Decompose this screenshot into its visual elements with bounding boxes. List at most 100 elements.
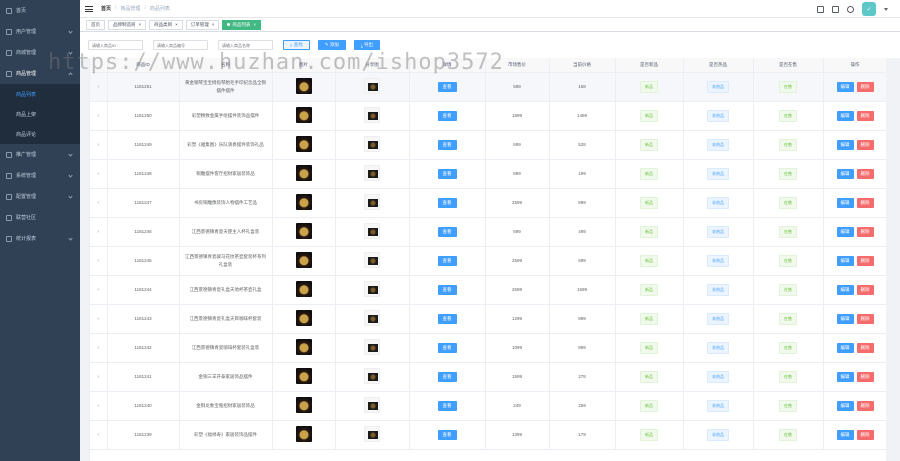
share-image[interactable] (364, 252, 380, 268)
view-detail-button[interactable]: 查看 (437, 110, 457, 121)
goods-image[interactable] (295, 281, 312, 297)
delete-button[interactable]: 删除 (856, 255, 874, 266)
close-icon[interactable]: × (212, 22, 215, 27)
move-icon[interactable] (832, 5, 839, 13)
share-image[interactable] (364, 281, 380, 297)
sidebar-item-goods[interactable]: 商品管理 (0, 63, 80, 84)
share-image[interactable] (364, 223, 380, 239)
expand-cell[interactable]: › (90, 391, 108, 421)
goods-image[interactable] (295, 339, 312, 355)
goods-id-input[interactable] (88, 40, 143, 50)
table-row[interactable]: › 1181247 书房铜雕像装饰人物摆件工艺品 查看 2599 899 新品 非热品 在售 编辑… (90, 188, 886, 218)
expand-cell[interactable]: › (90, 362, 108, 392)
delete-button[interactable]: 删除 (856, 226, 874, 237)
share-image[interactable] (364, 368, 380, 384)
table-row[interactable]: › 1181248 铜雕摆件客厅招财家居装饰品 查看 899 199 新品 非热品 在售 编辑 删除 (90, 159, 886, 189)
view-detail-button[interactable]: 查看 (437, 313, 457, 324)
delete-button[interactable]: 删除 (856, 313, 874, 324)
hamburger-icon[interactable] (85, 5, 93, 12)
edit-button[interactable]: 编辑 (836, 110, 854, 121)
share-image[interactable] (364, 136, 380, 152)
view-detail-button[interactable]: 查看 (437, 342, 457, 353)
table-row[interactable]: › 1181246 江西景德镇青瓷天使主人杯礼盒装 查看 699 499 新品 非热品 在售 编辑… (90, 217, 886, 247)
edit-button[interactable]: 编辑 (836, 255, 854, 266)
sidebar-item-mall[interactable]: 商城管理 (0, 42, 80, 63)
expand-cell[interactable]: › (90, 246, 108, 276)
goods-image[interactable] (295, 136, 312, 152)
view-detail-button[interactable]: 查看 (437, 284, 457, 295)
table-row[interactable]: › 1181240 金铜龙象宝瓶招财家居装饰品 查看 249 259 新品 非热品 在售 编辑 删除 (90, 391, 886, 421)
tag-goods-list[interactable]: 商品列表 × (222, 19, 262, 30)
chevron-right-icon[interactable]: › (97, 171, 99, 177)
export-button[interactable]: ⤓ 导出 (353, 40, 381, 50)
goods-image[interactable] (295, 194, 312, 210)
edit-button[interactable]: 编辑 (836, 284, 854, 295)
delete-button[interactable]: 删除 (856, 371, 874, 382)
chevron-right-icon[interactable]: › (97, 316, 99, 322)
chevron-right-icon[interactable]: › (97, 200, 99, 206)
chevron-right-icon[interactable]: › (97, 84, 99, 90)
delete-button[interactable]: 删除 (856, 81, 874, 92)
share-image[interactable] (364, 426, 380, 442)
share-image[interactable] (364, 194, 380, 210)
sidebar-item-system[interactable]: 系统管理 (0, 165, 80, 186)
expand-cell[interactable]: › (90, 101, 108, 131)
delete-button[interactable]: 删除 (856, 342, 874, 353)
edit-button[interactable]: 编辑 (836, 342, 854, 353)
table-row[interactable]: › 1181249 彩塑《雅集图》乐队演奏摆件装饰礼品 查看 699 528 新品 非热品 在售… (90, 130, 886, 160)
expand-cell[interactable]: › (90, 130, 108, 160)
delete-button[interactable]: 删除 (856, 139, 874, 150)
chevron-right-icon[interactable]: › (97, 142, 99, 148)
table-row[interactable]: › 1181250 彩塑精致金属手绘摆件装饰品摆件 查看 1899 1499 新品 非热品 在售… (90, 101, 886, 131)
table-row[interactable]: › 1181239 彩塑《福禄寿》家居装饰品摆件 查看 1399 179 新品 非热品 在售 编辑… (90, 420, 886, 450)
share-image[interactable] (364, 78, 380, 94)
view-detail-button[interactable]: 查看 (437, 197, 457, 208)
edit-button[interactable]: 编辑 (836, 313, 854, 324)
goods-image[interactable] (295, 397, 312, 413)
edit-button[interactable]: 编辑 (836, 168, 854, 179)
close-icon[interactable]: × (253, 22, 256, 27)
edit-button[interactable]: 编辑 (836, 197, 854, 208)
goods-image[interactable] (295, 165, 312, 181)
tag-brand[interactable]: 品牌制造商 × (108, 19, 147, 30)
share-image[interactable] (364, 165, 380, 181)
delete-button[interactable]: 删除 (856, 110, 874, 121)
search-button[interactable]: ⌕ 查找 (283, 40, 310, 50)
delete-button[interactable]: 删除 (856, 429, 874, 440)
chevron-right-icon[interactable]: › (97, 403, 99, 409)
share-image[interactable] (364, 339, 380, 355)
delete-button[interactable]: 删除 (856, 284, 874, 295)
goods-image[interactable] (295, 426, 312, 442)
fullscreen-icon[interactable] (817, 5, 824, 13)
view-detail-button[interactable]: 查看 (437, 139, 457, 150)
caret-down-icon[interactable] (884, 7, 888, 11)
view-detail-button[interactable]: 查看 (437, 168, 457, 179)
table-row[interactable]: › 1181243 江西景德镇青瓷礼盒天目咖啡杯套装 查看 1299 899 新品 非热品 在售… (90, 304, 886, 334)
table-row[interactable]: › 1181245 江西景德镇青瓷骏马花纹茶壶套装杯系列礼盒装 查看 2599 699 新品… (90, 246, 886, 276)
view-detail-button[interactable]: 查看 (437, 81, 457, 92)
edit-button[interactable]: 编辑 (836, 400, 854, 411)
expand-cell[interactable]: › (90, 333, 108, 363)
goods-name-input[interactable] (218, 40, 273, 50)
sidebar-subitem-goods-list[interactable]: 商品列表 (0, 84, 80, 104)
expand-cell[interactable]: › (90, 72, 108, 102)
sidebar-item-users[interactable]: 用户管理 (0, 21, 80, 42)
close-icon[interactable]: × (139, 22, 142, 27)
sidebar-item-community[interactable]: 联营社区 (0, 207, 80, 228)
sidebar-item-stats[interactable]: 统计报表 (0, 228, 80, 249)
view-detail-button[interactable]: 查看 (437, 400, 457, 411)
chevron-right-icon[interactable]: › (97, 287, 99, 293)
table-row[interactable]: › 1181242 江西景德镇青瓷咖啡杯套装礼盒装 查看 1099 899 新品 非热品 在售 编… (90, 333, 886, 363)
share-image[interactable] (364, 397, 380, 413)
edit-button[interactable]: 编辑 (836, 226, 854, 237)
chevron-right-icon[interactable]: › (97, 229, 99, 235)
chevron-right-icon[interactable]: › (97, 345, 99, 351)
sidebar-subitem-goods-create[interactable]: 商品上架 (0, 104, 80, 124)
expand-cell[interactable]: › (90, 420, 108, 450)
tag-category[interactable]: 商品类目 × (149, 19, 183, 30)
chevron-right-icon[interactable]: › (97, 374, 99, 380)
table-row[interactable]: › 1181251 黄金钢琴宝宝拇指琴胎毛手印纪念品全铜摆件摆件 查看 599 158 新品… (90, 72, 886, 102)
view-detail-button[interactable]: 查看 (437, 226, 457, 237)
breadcrumb-item[interactable]: 商品管理 (120, 5, 140, 12)
close-icon[interactable]: × (175, 22, 178, 27)
